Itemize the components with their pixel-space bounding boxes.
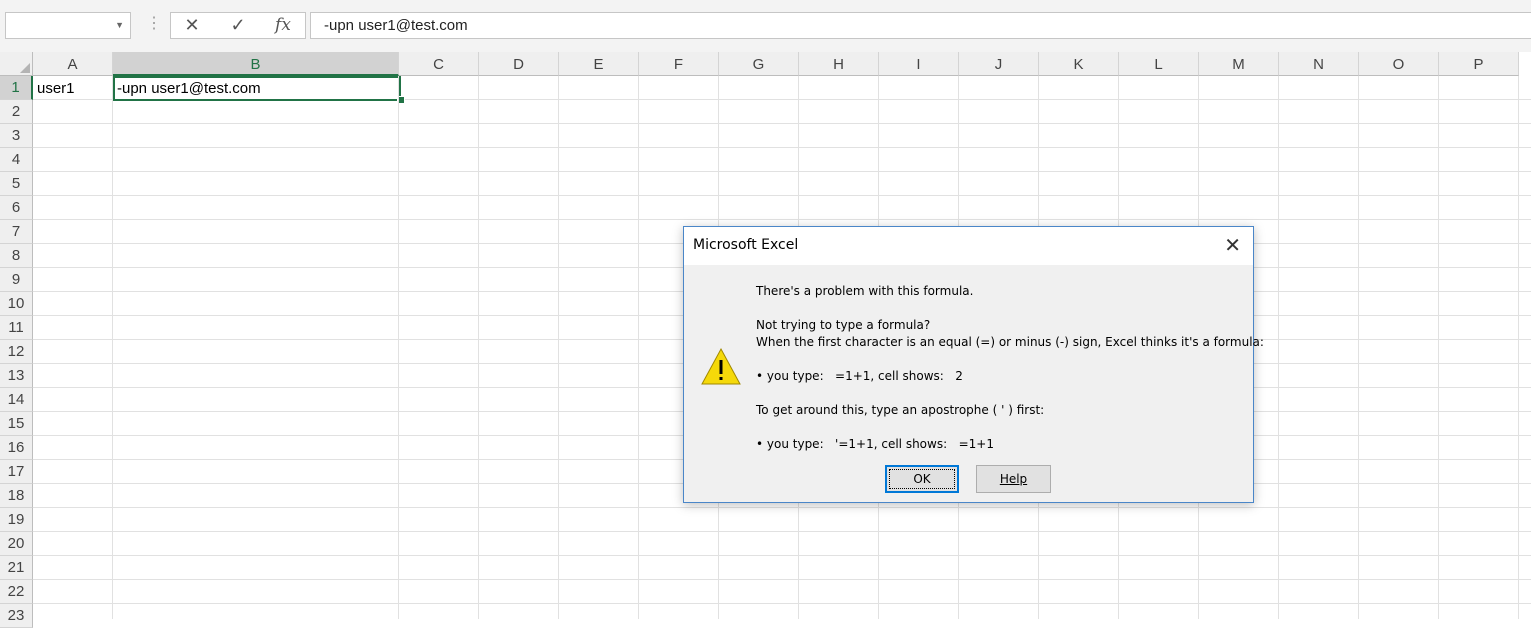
column-gridline <box>478 76 479 619</box>
row-header-1[interactable]: 1 <box>0 76 33 100</box>
formula-buttons: ✕ ✓ fx <box>170 12 306 39</box>
column-header-h[interactable]: H <box>799 52 879 76</box>
column-gridline <box>398 76 399 619</box>
message-line-2: Not trying to type a formula? <box>756 318 931 332</box>
column-header-k[interactable]: K <box>1039 52 1119 76</box>
column-header-e[interactable]: E <box>559 52 639 76</box>
message-line-1: There's a problem with this formula. <box>756 284 974 298</box>
row-header-5[interactable]: 5 <box>0 172 33 196</box>
enter-icon[interactable]: ✓ <box>223 15 253 36</box>
row-header-18[interactable]: 18 <box>0 484 33 508</box>
column-header-i[interactable]: I <box>879 52 959 76</box>
row-header-12[interactable]: 12 <box>0 340 33 364</box>
column-header-o[interactable]: O <box>1359 52 1439 76</box>
column-header-c[interactable]: C <box>399 52 479 76</box>
column-gridline <box>1358 76 1359 619</box>
row-header-22[interactable]: 22 <box>0 580 33 604</box>
column-gridline <box>1438 76 1439 619</box>
select-all-triangle-icon <box>20 63 30 73</box>
insert-function-icon[interactable]: fx <box>268 15 298 36</box>
select-all-button[interactable] <box>0 52 33 76</box>
selected-cell-border <box>113 76 401 101</box>
row-header-9[interactable]: 9 <box>0 268 33 292</box>
row-header-6[interactable]: 6 <box>0 196 33 220</box>
column-gridline <box>558 76 559 619</box>
row-header-16[interactable]: 16 <box>0 436 33 460</box>
row-header-21[interactable]: 21 <box>0 556 33 580</box>
formula-input[interactable]: -upn user1@test.com <box>310 12 1531 39</box>
close-icon[interactable]: ✕ <box>1224 233 1241 257</box>
row-header-15[interactable]: 15 <box>0 412 33 436</box>
chevron-down-icon[interactable]: ▼ <box>115 20 124 30</box>
focus-ring <box>889 469 955 489</box>
column-gridline <box>1518 76 1519 619</box>
error-dialog: Microsoft Excel ✕ There's a problem with… <box>683 226 1264 503</box>
column-header-p[interactable]: P <box>1439 52 1519 76</box>
row-header-23[interactable]: 23 <box>0 604 33 628</box>
row-header-17[interactable]: 17 <box>0 460 33 484</box>
message-line-3: When the first character is an equal (=)… <box>756 335 1264 349</box>
row-header-11[interactable]: 11 <box>0 316 33 340</box>
column-header-m[interactable]: M <box>1199 52 1279 76</box>
message-line-5: To get around this, type an apostrophe (… <box>756 403 1045 417</box>
column-header-n[interactable]: N <box>1279 52 1359 76</box>
column-header-b[interactable]: B <box>113 52 399 76</box>
row-header-3[interactable]: 3 <box>0 124 33 148</box>
help-button-label: Help <box>999 472 1028 486</box>
message-line-4: • you type: =1+1, cell shows: 2 <box>756 369 963 383</box>
cell-A1[interactable]: user1 <box>37 77 75 101</box>
column-gridline <box>638 76 639 619</box>
row-header-8[interactable]: 8 <box>0 244 33 268</box>
column-gridline <box>1278 76 1279 619</box>
row-header-20[interactable]: 20 <box>0 532 33 556</box>
dialog-title: Microsoft Excel <box>693 237 799 253</box>
column-header-f[interactable]: F <box>639 52 719 76</box>
row-header-19[interactable]: 19 <box>0 508 33 532</box>
row-header-2[interactable]: 2 <box>0 100 33 124</box>
column-headers: ABCDEFGHIJKLMNOP <box>33 52 1531 76</box>
cancel-icon[interactable]: ✕ <box>177 15 207 36</box>
warning-icon <box>701 347 741 385</box>
name-box[interactable]: ▼ <box>5 12 131 39</box>
row-header-4[interactable]: 4 <box>0 148 33 172</box>
row-header-13[interactable]: 13 <box>0 364 33 388</box>
row-header-14[interactable]: 14 <box>0 388 33 412</box>
column-header-g[interactable]: G <box>719 52 799 76</box>
row-header-10[interactable]: 10 <box>0 292 33 316</box>
message-line-6: • you type: '=1+1, cell shows: =1+1 <box>756 437 994 451</box>
formula-bar: ▼ ⋮ ✕ ✓ fx -upn user1@test.com <box>0 0 1531 52</box>
row-header-7[interactable]: 7 <box>0 220 33 244</box>
help-button[interactable]: Help <box>976 465 1051 493</box>
column-gridline <box>112 76 113 619</box>
column-header-a[interactable]: A <box>33 52 113 76</box>
ok-button[interactable]: OK <box>885 465 959 493</box>
dialog-titlebar[interactable]: Microsoft Excel ✕ <box>684 227 1253 265</box>
column-header-j[interactable]: J <box>959 52 1039 76</box>
column-header-d[interactable]: D <box>479 52 559 76</box>
column-header-l[interactable]: L <box>1119 52 1199 76</box>
drag-handle-icon[interactable]: ⋮ <box>146 14 162 34</box>
